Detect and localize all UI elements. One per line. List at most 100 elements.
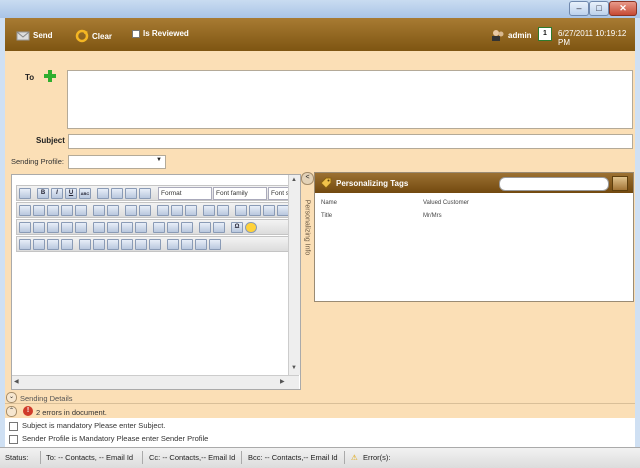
sending-profile-select[interactable]: ▼ <box>68 155 166 169</box>
scroll-right-icon[interactable]: ▶ <box>280 378 285 385</box>
scroll-left-icon[interactable]: ◀ <box>14 378 19 385</box>
calendar-icon[interactable]: 1 <box>538 27 552 41</box>
scroll-up-icon[interactable]: ▲ <box>291 177 297 183</box>
copy-icon[interactable] <box>33 205 45 216</box>
superscript-icon[interactable] <box>213 222 225 233</box>
tag-name-cell[interactable]: Title <box>321 213 332 219</box>
align-right-icon[interactable] <box>125 188 137 199</box>
cell-props-icon[interactable] <box>47 222 59 233</box>
move-forward-icon[interactable] <box>33 239 45 250</box>
absolute-icon[interactable] <box>61 239 73 250</box>
anchor-icon[interactable] <box>263 205 275 216</box>
collapse-errors-icon[interactable]: ⌃ <box>6 406 17 417</box>
send-button[interactable]: Send <box>16 29 53 43</box>
special-char-button[interactable]: Ω <box>231 222 243 233</box>
del-icon[interactable] <box>121 239 133 250</box>
insert-row-icon[interactable] <box>61 222 73 233</box>
cite-icon[interactable] <box>79 239 91 250</box>
close-button[interactable]: ✕ <box>609 1 637 16</box>
user-icon <box>491 29 505 43</box>
emoticon-icon[interactable] <box>245 222 257 233</box>
tags-search-input[interactable] <box>499 177 609 191</box>
link-icon[interactable] <box>235 205 247 216</box>
personalizing-tags-title: Personalizing Tags <box>336 179 409 188</box>
main-toolbar: Send Clear Is Reviewed admin 1 6/27/2011… <box>5 18 635 51</box>
unlink-icon[interactable] <box>249 205 261 216</box>
horizontal-rule-icon[interactable] <box>153 222 165 233</box>
merge-cell-icon[interactable] <box>135 222 147 233</box>
subject-field[interactable] <box>68 134 633 149</box>
font-family-select[interactable]: Font family <box>213 187 267 200</box>
delete-row-icon[interactable] <box>75 222 87 233</box>
tag-name-cell[interactable]: Name <box>321 200 337 206</box>
attribs-icon[interactable] <box>149 239 161 250</box>
italic-button[interactable]: I <box>51 188 63 199</box>
fullscreen-icon[interactable] <box>209 239 221 250</box>
clear-button[interactable]: Clear <box>75 29 112 45</box>
divider <box>5 403 635 404</box>
status-divider <box>142 451 143 464</box>
visual-aid-icon[interactable] <box>181 222 193 233</box>
table-icon[interactable] <box>19 222 31 233</box>
bullet-list-icon[interactable] <box>125 205 137 216</box>
replace-icon[interactable] <box>107 205 119 216</box>
undo-icon[interactable] <box>203 205 215 216</box>
checkbox-icon <box>132 29 140 38</box>
align-center-icon[interactable] <box>111 188 123 199</box>
delete-col-icon[interactable] <box>107 222 119 233</box>
collapse-panel-button[interactable]: < <box>301 172 314 185</box>
move-backward-icon[interactable] <box>47 239 59 250</box>
sending-details-label[interactable]: Sending Details <box>20 394 73 403</box>
numbered-list-icon[interactable] <box>139 205 151 216</box>
page-break-icon[interactable] <box>195 239 207 250</box>
blockquote-icon[interactable] <box>185 205 197 216</box>
tags-search-icon[interactable] <box>612 176 628 191</box>
cut-icon[interactable] <box>19 205 31 216</box>
editor-toolbar-row-4 <box>16 236 290 252</box>
remove-format-icon[interactable] <box>167 222 179 233</box>
template-icon[interactable] <box>181 239 193 250</box>
insert-col-icon[interactable] <box>93 222 105 233</box>
align-left-icon[interactable] <box>97 188 109 199</box>
format-select[interactable]: Format <box>158 187 212 200</box>
tag-value-cell[interactable]: Valued Customer <box>423 200 469 206</box>
tag-value-cell[interactable]: Mr/Mrs <box>423 213 442 219</box>
editor-vertical-scrollbar[interactable]: ▲ ▼ <box>288 175 300 375</box>
is-reviewed-checkbox[interactable]: Is Reviewed <box>132 29 189 38</box>
indent-icon[interactable] <box>171 205 183 216</box>
to-field[interactable] <box>67 70 633 129</box>
chevron-down-icon: ▼ <box>156 157 162 163</box>
scroll-down-icon[interactable]: ▼ <box>291 365 297 371</box>
bold-button[interactable]: B <box>37 188 49 199</box>
underline-button[interactable]: U <box>65 188 77 199</box>
subscript-icon[interactable] <box>199 222 211 233</box>
paragraph-mark-icon[interactable] <box>167 239 179 250</box>
error-icon: ! <box>23 406 33 416</box>
insert-layer-icon[interactable] <box>19 239 31 250</box>
rich-text-editor[interactable]: B I U ABC Format Font family Font s Ω ▲ … <box>11 174 301 390</box>
find-icon[interactable] <box>93 205 105 216</box>
error-item[interactable]: Sender Profile is Mandatory Please enter… <box>9 434 208 444</box>
acronym-icon[interactable] <box>107 239 119 250</box>
errors-count: Error(s): <box>363 453 391 462</box>
editor-horizontal-scrollbar[interactable]: ◀ ▶ <box>12 375 299 389</box>
abbr-icon[interactable] <box>93 239 105 250</box>
add-recipient-icon[interactable] <box>44 70 56 84</box>
paste-word-icon[interactable] <box>75 205 87 216</box>
personalizing-info-tab[interactable]: < Personalizing Info <box>301 172 314 386</box>
new-document-icon[interactable] <box>19 188 31 199</box>
maximize-button[interactable]: □ <box>589 1 609 16</box>
ins-icon[interactable] <box>135 239 147 250</box>
strikethrough-button[interactable]: ABC <box>79 188 91 199</box>
paste-text-icon[interactable] <box>61 205 73 216</box>
redo-icon[interactable] <box>217 205 229 216</box>
row-props-icon[interactable] <box>33 222 45 233</box>
is-reviewed-label: Is Reviewed <box>143 29 189 38</box>
outdent-icon[interactable] <box>157 205 169 216</box>
error-item[interactable]: Subject is mandatory Please enter Subjec… <box>9 421 165 431</box>
expand-sending-details-icon[interactable]: ⌄ <box>6 392 17 403</box>
minimize-button[interactable]: – <box>569 1 589 16</box>
paste-icon[interactable] <box>47 205 59 216</box>
align-justify-icon[interactable] <box>139 188 151 199</box>
split-cell-icon[interactable] <box>121 222 133 233</box>
